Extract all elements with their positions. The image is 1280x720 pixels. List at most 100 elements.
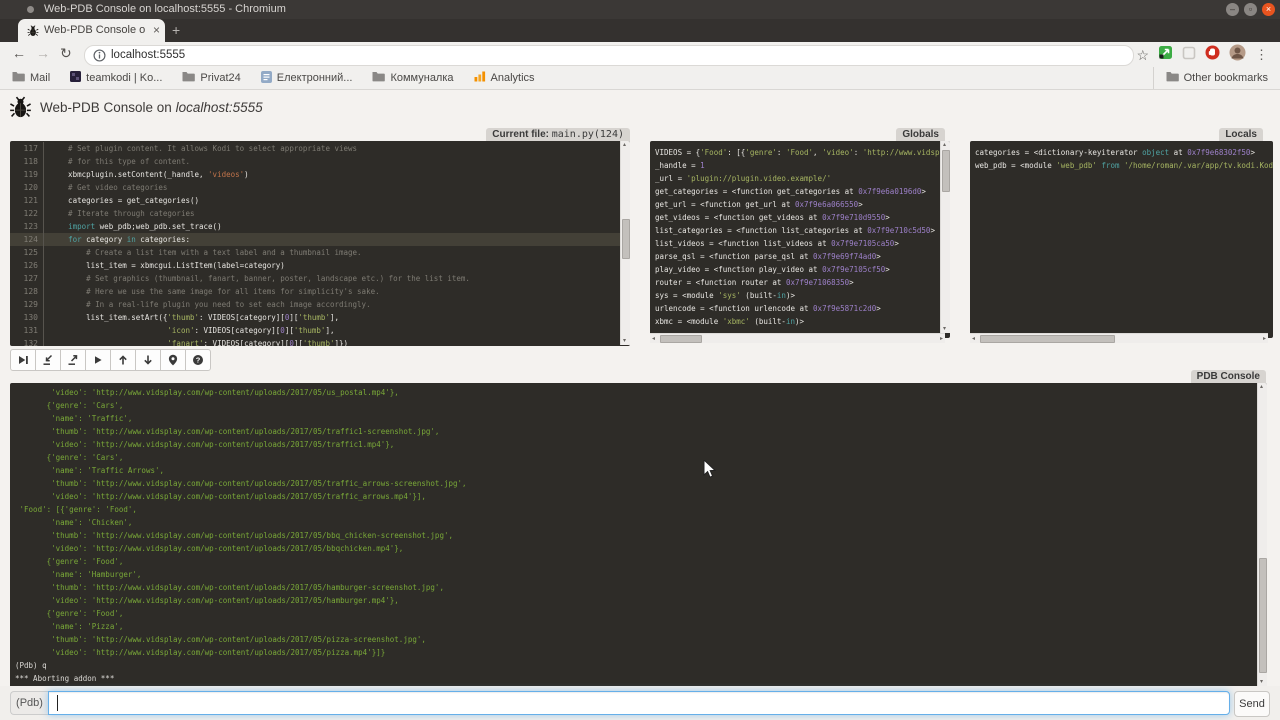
pdb-down-button[interactable]: [135, 349, 161, 371]
console-line: {'genre': 'Food',: [15, 607, 1267, 620]
profile-avatar[interactable]: [1229, 44, 1246, 66]
tab-close-icon[interactable]: ×: [153, 23, 160, 37]
line-number: 132: [10, 337, 44, 346]
pdb-return-button[interactable]: [60, 349, 86, 371]
console-line: 'name': 'Chicken',: [15, 516, 1267, 529]
folder-icon: [372, 71, 385, 85]
text-caret: [57, 695, 58, 711]
forward-icon[interactable]: →: [36, 45, 50, 61]
close-button[interactable]: ×: [1262, 3, 1275, 16]
globals-panel: VIDEOS = {'Food': [{'genre': 'Food', 'vi…: [650, 141, 950, 338]
bookmark-item[interactable]: Privat24: [182, 71, 240, 85]
other-bookmarks-button[interactable]: Other bookmarks: [1153, 67, 1268, 89]
code-line: 128 # Here we use the same image for all…: [10, 285, 630, 298]
pdb-help-button[interactable]: ?: [185, 349, 211, 371]
tab-strip: Web-PDB Console on loca × +: [0, 19, 1280, 42]
bookmark-item[interactable]: Analytics: [474, 71, 535, 85]
folder-icon: [1166, 71, 1179, 85]
extension-disabled-icon[interactable]: [1182, 46, 1196, 65]
prompt-row: (Pdb) Send: [0, 686, 1280, 720]
code-line: 126 list_item = xbmcgui.ListItem(label=c…: [10, 259, 630, 272]
console-line: 'video': 'http://www.vidsplay.com/wp-con…: [15, 542, 1267, 555]
globals-line: VIDEOS = {'Food': [{'genre': 'Food', 'vi…: [655, 146, 950, 159]
bookmark-item[interactable]: Коммуналка: [372, 71, 453, 85]
globals-line: _url = 'plugin://plugin.video.example/': [655, 172, 950, 185]
window-titlebar: Web-PDB Console on localhost:5555 - Chro…: [0, 0, 1280, 19]
bug-favicon-icon: [27, 24, 39, 42]
back-icon[interactable]: ←: [12, 45, 26, 61]
pdb-next-button[interactable]: [10, 349, 36, 371]
globals-line: list_videos = <function list_videos at 0…: [655, 237, 950, 250]
pdb-toolbar: ?: [10, 349, 211, 371]
console-line: 'name': 'Hamburger',: [15, 568, 1267, 581]
svg-text:?: ?: [196, 356, 201, 365]
code-line: 124 for category in categories:: [10, 233, 630, 246]
code-line: 130 list_item.setArt({'thumb': VIDEOS[ca…: [10, 311, 630, 324]
locals-panel: categories = <dictionary-keyiterator obj…: [970, 141, 1273, 338]
analytics-icon: [474, 71, 486, 85]
globals-line: _handle = 1: [655, 159, 950, 172]
console-line: 'thumb': 'http://www.vidsplay.com/wp-con…: [15, 425, 1267, 438]
globals-line: get_categories = <function get_categorie…: [655, 185, 950, 198]
console-line: 'video': 'http://www.vidsplay.com/wp-con…: [15, 490, 1267, 503]
site-info-icon[interactable]: [93, 49, 106, 67]
pdb-prompt-label: (Pdb): [10, 691, 48, 715]
code-scrollbar[interactable]: ▴ ▾: [620, 141, 630, 345]
document-icon: [261, 71, 272, 86]
code-line: 129 # In a real-life plugin you need to …: [10, 298, 630, 311]
console-line: 'video': 'http://www.vidsplay.com/wp-con…: [15, 438, 1267, 451]
globals-line: get_videos = <function get_videos at 0x7…: [655, 211, 950, 224]
locals-hscrollbar[interactable]: ◂ ▸: [970, 333, 1268, 343]
globals-line: urlencode = <function urlencode at 0x7f9…: [655, 302, 950, 315]
globals-vscrollbar[interactable]: ▴ ▾: [940, 141, 950, 333]
page-title: Web-PDB Console on localhost:5555: [40, 100, 263, 115]
globals-line: router = <function router at 0x7f9e71068…: [655, 276, 950, 289]
line-number: 124: [10, 233, 44, 246]
code-line: 132 'fanart': VIDEOS[category][0]['thumb…: [10, 337, 630, 346]
maximize-button[interactable]: ▫: [1244, 3, 1257, 16]
console-line: (Pdb) q: [15, 659, 1267, 672]
bookmark-item[interactable]: Mail: [12, 71, 50, 85]
line-number: 118: [10, 155, 44, 168]
screen: Web-PDB Console on localhost:5555 - Chro…: [0, 0, 1280, 720]
send-button[interactable]: Send: [1234, 691, 1270, 717]
pdb-command-input[interactable]: [48, 691, 1230, 715]
console-line: 'video': 'http://www.vidsplay.com/wp-con…: [15, 386, 1267, 399]
bookmark-item[interactable]: teamkodi | Ko...: [70, 71, 162, 85]
reload-icon[interactable]: ↻: [60, 45, 72, 62]
extension-resizer-icon[interactable]: [1158, 45, 1173, 65]
pdb-continue-button[interactable]: [85, 349, 111, 371]
code-line: 125 # Create a list item with a text lab…: [10, 246, 630, 259]
line-number: 126: [10, 259, 44, 272]
bookmark-item[interactable]: Електронний...: [261, 71, 353, 86]
console-line: 'thumb': 'http://www.vidsplay.com/wp-con…: [15, 581, 1267, 594]
console-scrollbar[interactable]: ▴ ▾: [1257, 383, 1267, 686]
folder-icon: [182, 71, 195, 85]
line-number: 128: [10, 285, 44, 298]
code-line: 120 # Get video categories: [10, 181, 630, 194]
new-tab-button[interactable]: +: [172, 22, 180, 38]
line-number: 123: [10, 220, 44, 233]
code-line: 119 xbmcplugin.setContent(_handle, 'vide…: [10, 168, 630, 181]
console-line: {'genre': 'Cars',: [15, 399, 1267, 412]
console-line: 'Food': [{'genre': 'Food',: [15, 503, 1267, 516]
locals-line: web_pdb = <module 'web_pdb' from '/home/…: [975, 159, 1273, 172]
code-line: 123 import web_pdb;web_pdb.set_trace(): [10, 220, 630, 233]
menu-icon[interactable]: ⋮: [1255, 47, 1268, 63]
extension-adblock-icon[interactable]: [1205, 45, 1220, 65]
pdb-step-button[interactable]: [35, 349, 61, 371]
line-number: 130: [10, 311, 44, 324]
code-panel: 117 # Set plugin content. It allows Kodi…: [10, 141, 630, 346]
pdb-up-button[interactable]: [110, 349, 136, 371]
url-text: localhost:5555: [111, 49, 185, 61]
code-line: 127 # Set graphics (thumbnail, fanart, b…: [10, 272, 630, 285]
url-bar[interactable]: localhost:5555: [84, 45, 1134, 66]
minimize-button[interactable]: –: [1226, 3, 1239, 16]
bookmark-star-icon[interactable]: ☆: [1136, 47, 1149, 64]
line-number: 129: [10, 298, 44, 311]
browser-tab[interactable]: Web-PDB Console on loca ×: [18, 19, 165, 42]
line-number: 120: [10, 181, 44, 194]
pdb-where-button[interactable]: [160, 349, 186, 371]
globals-hscrollbar[interactable]: ◂ ▸: [650, 333, 945, 343]
address-toolbar: ← → ↻ localhost:5555 ☆ ⋮: [0, 42, 1280, 67]
